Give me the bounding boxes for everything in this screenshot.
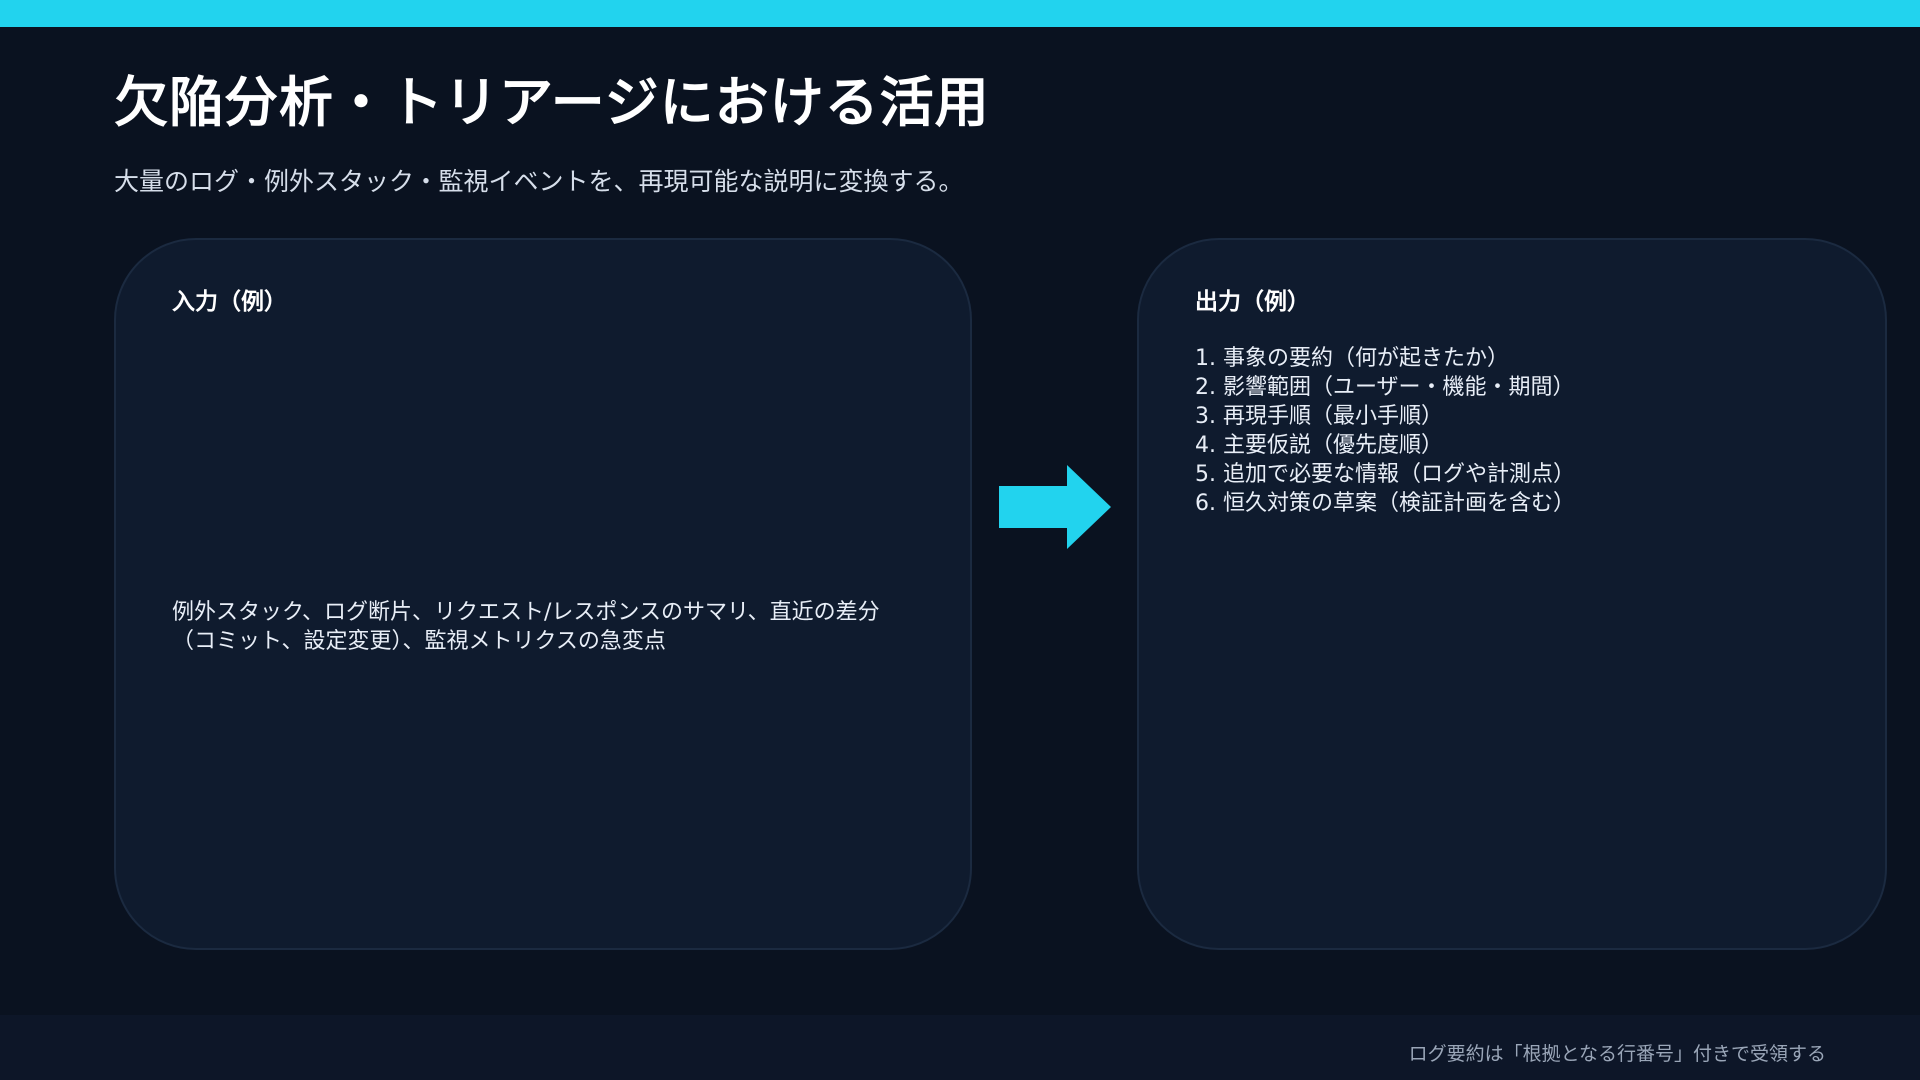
footer-note: ログ要約は「根拠となる行番号」付きで受領する	[1408, 1043, 1826, 1065]
output-list: 1. 事象の要約（何が起きたか） 2. 影響範囲（ユーザー・機能・期間） 3. …	[1195, 344, 1575, 518]
arrow-right-icon	[999, 465, 1111, 549]
list-item: 2. 影響範囲（ユーザー・機能・期間）	[1195, 375, 1575, 400]
list-item: 4. 主要仮説（優先度順）	[1195, 433, 1443, 458]
list-item: 5. 追加で必要な情報（ログや計測点）	[1195, 462, 1575, 487]
page-title: 欠陥分析・トリアージにおける活用	[114, 71, 990, 134]
list-item: 6. 恒久対策の草案（検証計画を含む）	[1195, 491, 1575, 516]
footer-bar: ログ要約は「根拠となる行番号」付きで受領する	[0, 1015, 1920, 1080]
input-panel-text: 例外スタック、ログ断片、リクエスト/レスポンスのサマリ、直近の差分（コミット、設…	[172, 600, 880, 654]
top-accent-bar	[0, 0, 1920, 27]
list-item: 1. 事象の要約（何が起きたか）	[1195, 346, 1509, 371]
page-subtitle: 大量のログ・例外スタック・監視イベントを、再現可能な説明に変換する。	[114, 167, 964, 196]
output-panel: 出力（例） 1. 事象の要約（何が起きたか） 2. 影響範囲（ユーザー・機能・期…	[1137, 238, 1887, 950]
output-panel-heading: 出力（例）	[1195, 289, 1310, 315]
list-item: 3. 再現手順（最小手順）	[1195, 404, 1443, 429]
input-panel-heading: 入力（例）	[172, 289, 287, 315]
slide: 欠陥分析・トリアージにおける活用 大量のログ・例外スタック・監視イベントを、再現…	[0, 0, 1920, 1080]
input-panel: 入力（例） 例外スタック、ログ断片、リクエスト/レスポンスのサマリ、直近の差分（…	[114, 238, 972, 950]
